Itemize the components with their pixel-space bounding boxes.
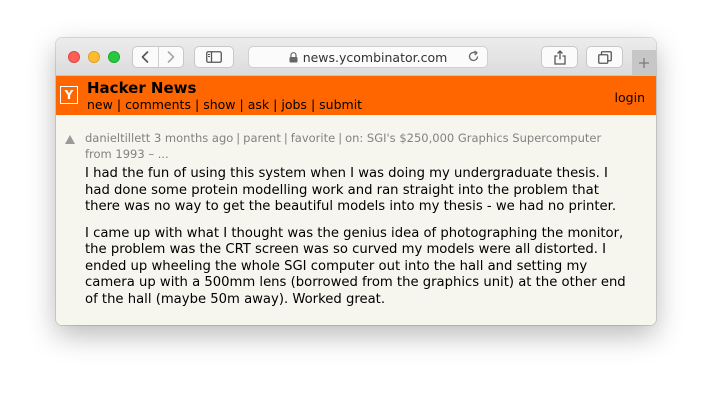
- nav-link-show[interactable]: show: [203, 97, 235, 112]
- meta-separator: |: [283, 131, 288, 145]
- tab-overview-button[interactable]: [586, 46, 623, 68]
- comment-author[interactable]: danieltillett: [85, 131, 150, 145]
- comment-page: danieltillett 3 months ago | parent | favori…: [56, 115, 656, 325]
- sidebar-icon: [206, 51, 222, 63]
- meta-separator: |: [236, 131, 241, 145]
- nav-link-submit[interactable]: submit: [319, 97, 362, 112]
- nav-link-new[interactable]: new: [87, 97, 113, 112]
- minimize-window-button[interactable]: [88, 51, 100, 63]
- comment-meta: danieltillett 3 months ago | parent | favori…: [85, 130, 625, 162]
- nav-separator: |: [239, 97, 244, 112]
- site-title[interactable]: Hacker News: [87, 79, 196, 97]
- history-nav: [132, 46, 184, 68]
- comment-age[interactable]: 3 months ago: [154, 131, 233, 145]
- meta-separator: |: [338, 131, 343, 145]
- chevron-left-icon: [141, 51, 149, 63]
- upvote-icon[interactable]: [65, 135, 75, 144]
- login-link[interactable]: login: [615, 90, 645, 105]
- share-button[interactable]: [541, 46, 578, 68]
- nav-separator: |: [273, 97, 278, 112]
- lock-icon: [289, 51, 298, 63]
- tabs-overview-icon: [597, 50, 612, 64]
- parent-link[interactable]: parent: [243, 131, 281, 145]
- comment-body: I had the fun of using this system when …: [85, 166, 630, 318]
- nav-link-comments[interactable]: comments: [125, 97, 191, 112]
- comment-paragraph: I came up with what I thought was the ge…: [85, 225, 626, 307]
- top-nav: new | comments | show | ask | jobs | submit: [87, 97, 362, 112]
- chevron-right-icon: [167, 51, 175, 63]
- back-button[interactable]: [133, 47, 158, 67]
- browser-window: news.ycombinator.com Y Hacker News new | c…: [56, 38, 656, 325]
- nav-separator: |: [194, 97, 200, 112]
- browser-toolbar: news.ycombinator.com: [56, 38, 656, 76]
- hn-logo[interactable]: Y: [60, 86, 78, 104]
- address-bar[interactable]: news.ycombinator.com: [248, 46, 488, 68]
- maximize-window-button[interactable]: [108, 51, 120, 63]
- nav-link-jobs[interactable]: jobs: [281, 97, 307, 112]
- favorite-link[interactable]: favorite: [291, 131, 335, 145]
- nav-separator: |: [310, 97, 316, 112]
- close-window-button[interactable]: [68, 51, 80, 63]
- reload-icon[interactable]: [467, 50, 480, 66]
- share-icon: [553, 49, 566, 65]
- nav-separator: |: [116, 97, 122, 112]
- hn-header: Y Hacker News new | comments | show | ask | jobs…: [56, 76, 656, 115]
- forward-button[interactable]: [158, 47, 183, 67]
- nav-link-ask[interactable]: ask: [248, 97, 269, 112]
- comment-paragraph: I had the fun of using this system when …: [85, 166, 617, 214]
- on-label: on:: [345, 131, 364, 145]
- plus-icon: [639, 58, 649, 68]
- new-tab-button[interactable]: [632, 50, 656, 76]
- url-text: news.ycombinator.com: [302, 49, 448, 65]
- sidebar-button[interactable]: [194, 46, 234, 68]
